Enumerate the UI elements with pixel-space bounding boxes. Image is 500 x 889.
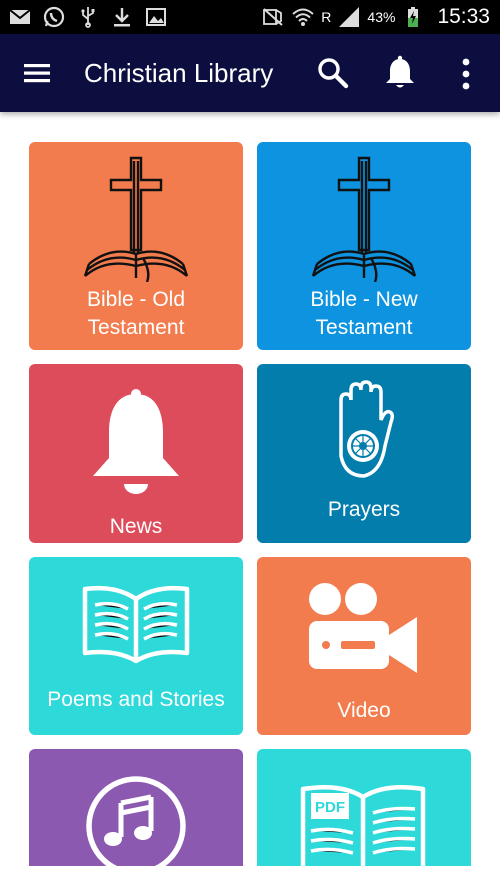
status-time: 15:33 <box>437 5 490 28</box>
tile-label-line: Testament <box>87 316 185 339</box>
pdf-book-icon: PDF <box>300 785 426 866</box>
music-note-icon <box>86 776 186 866</box>
wifi-icon <box>292 8 314 26</box>
tile-poems-and-stories[interactable]: Poems and Stories <box>29 557 243 735</box>
battery-charging-icon <box>408 7 419 27</box>
tile-pdf[interactable]: PDF <box>257 749 471 866</box>
tile-label: News <box>109 515 163 538</box>
mute-icon <box>263 8 283 26</box>
video-camera-icon <box>309 583 417 673</box>
cross-bible-icon <box>311 156 417 282</box>
download-icon <box>114 8 130 27</box>
tile-video[interactable]: Video <box>257 557 471 735</box>
more-vert-icon[interactable] <box>456 56 476 92</box>
cross-bible-icon <box>83 156 189 282</box>
signal-roaming-label: R <box>321 9 332 25</box>
bell-icon[interactable] <box>383 55 417 91</box>
bell-icon <box>93 389 179 494</box>
hand-chakra-icon <box>339 380 395 478</box>
signal-icon <box>339 7 360 27</box>
page-title: Christian Library <box>84 58 274 88</box>
tile-bible-old-testament[interactable]: Bible - Old Testament <box>29 142 243 350</box>
email-icon <box>9 9 31 24</box>
status-bar-system: R 43% 15:33 <box>261 3 490 31</box>
tile-label: Poems and Stories <box>47 688 225 711</box>
tile-label: Prayers <box>327 498 401 521</box>
menu-icon[interactable] <box>22 58 52 88</box>
tile-label-line: Bible - New <box>310 288 418 311</box>
tile-prayers[interactable]: Prayers <box>257 364 471 543</box>
battery-percent: 43% <box>367 9 396 25</box>
tile-label: Bible - New Testament <box>257 286 471 342</box>
svg-text:PDF: PDF <box>315 799 345 816</box>
tile-news[interactable]: News <box>29 364 243 543</box>
gallery-icon <box>146 8 166 26</box>
open-book-icon <box>82 585 190 664</box>
tile-label-line: Testament <box>315 316 413 339</box>
tile-label: Bible - Old Testament <box>29 286 243 342</box>
whatsapp-icon <box>43 6 65 28</box>
tile-bible-new-testament[interactable]: Bible - New Testament <box>257 142 471 350</box>
tile-music[interactable] <box>29 749 243 866</box>
usb-icon <box>81 7 95 28</box>
status-bar-notifications <box>8 3 168 31</box>
app-bar: Christian Library <box>0 34 500 112</box>
status-bar: R 43% 15:33 <box>0 0 500 34</box>
tile-label-line: Bible - Old <box>86 288 186 311</box>
tile-label: Video <box>337 699 391 722</box>
search-icon[interactable] <box>316 56 350 90</box>
